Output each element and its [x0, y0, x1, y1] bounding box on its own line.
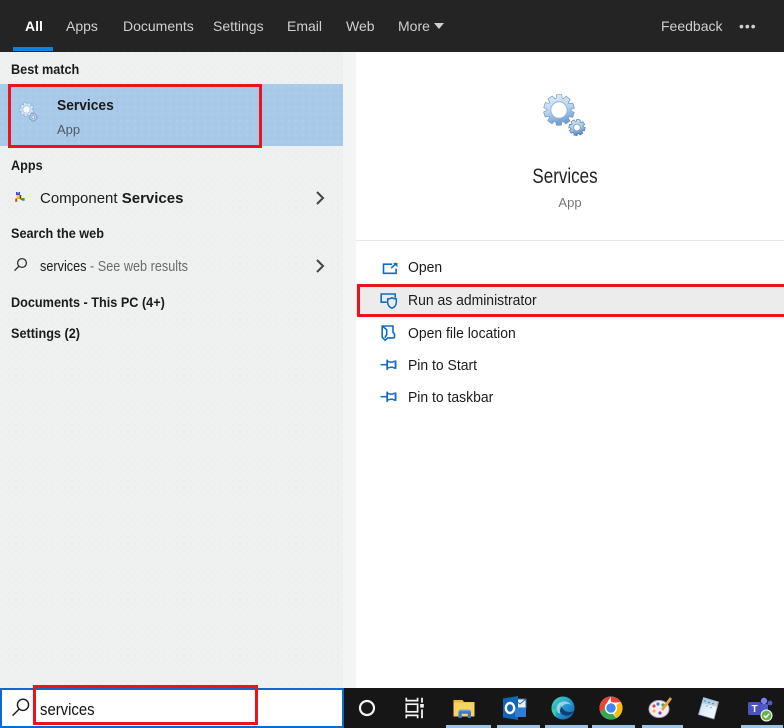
svg-text:T: T	[751, 704, 757, 715]
